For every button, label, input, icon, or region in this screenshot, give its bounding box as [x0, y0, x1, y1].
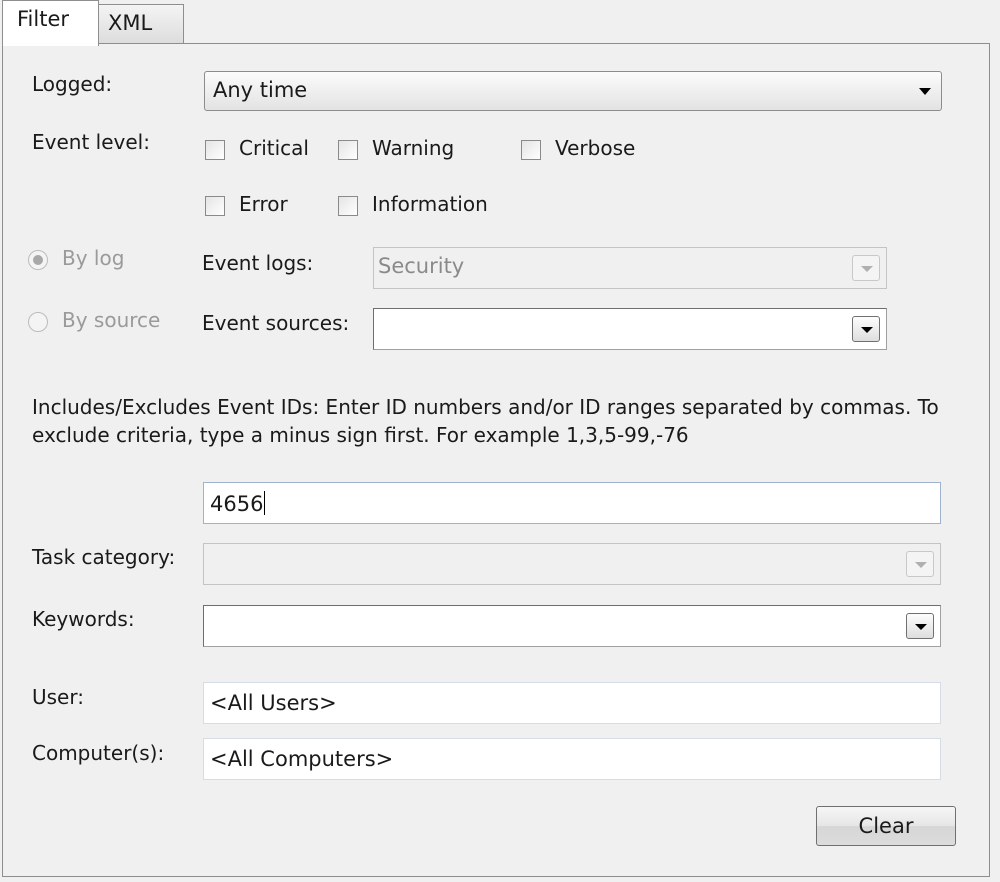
checkbox-critical-label: Critical — [239, 136, 309, 160]
event-sources-dropdown[interactable] — [373, 308, 887, 350]
logged-value: Any time — [213, 78, 308, 102]
tab-xml[interactable]: XML — [98, 4, 184, 44]
tab-filter-label: Filter — [17, 7, 70, 31]
event-level-label: Event level: — [32, 130, 150, 154]
user-value: <All Users> — [210, 691, 337, 715]
event-logs-label: Event logs: — [202, 251, 314, 275]
event-ids-value: 4656 — [210, 491, 266, 516]
chevron-down-icon — [919, 88, 931, 95]
checkbox-error-label: Error — [239, 192, 288, 216]
checkbox-information[interactable] — [338, 196, 358, 216]
radio-by-log-label: By log — [62, 246, 125, 270]
user-label: User: — [32, 685, 84, 709]
tab-xml-label: XML — [108, 11, 153, 35]
checkbox-verbose[interactable] — [521, 140, 541, 160]
event-logs-dropdown[interactable]: Security — [373, 247, 887, 289]
checkbox-error[interactable] — [205, 196, 225, 216]
tab-filter[interactable]: Filter — [2, 0, 99, 46]
text-caret — [264, 491, 266, 515]
checkbox-verbose-label: Verbose — [555, 136, 636, 160]
event-ids-description: Includes/Excludes Event IDs: Enter ID nu… — [32, 395, 939, 447]
event-logs-dropdown-button[interactable] — [852, 255, 880, 281]
checkbox-information-label: Information — [372, 192, 488, 216]
radio-by-log[interactable] — [28, 250, 48, 270]
filter-panel: Logged: Any time Event level: Critical W… — [2, 43, 990, 877]
checkbox-warning-label: Warning — [372, 136, 455, 160]
chevron-down-icon — [861, 327, 873, 333]
computers-label: Computer(s): — [32, 741, 165, 765]
event-sources-dropdown-button[interactable] — [852, 316, 880, 342]
task-category-label: Task category: — [32, 545, 176, 569]
keywords-dropdown-button[interactable] — [906, 613, 934, 639]
clear-button[interactable]: Clear — [816, 806, 956, 846]
checkbox-critical[interactable] — [205, 140, 225, 160]
user-input[interactable]: <All Users> — [203, 682, 941, 724]
chevron-down-icon — [861, 266, 873, 272]
chevron-down-icon — [915, 562, 927, 568]
radio-by-source[interactable] — [28, 312, 48, 332]
keywords-dropdown[interactable] — [203, 605, 941, 647]
event-ids-input[interactable]: 4656 — [203, 482, 941, 524]
logged-label: Logged: — [32, 72, 113, 96]
event-sources-label: Event sources: — [202, 311, 350, 335]
logged-dropdown[interactable]: Any time — [204, 71, 942, 111]
computers-value: <All Computers> — [210, 747, 394, 771]
chevron-down-icon — [915, 624, 927, 630]
keywords-label: Keywords: — [32, 607, 135, 631]
radio-by-source-label: By source — [62, 308, 161, 332]
computers-input[interactable]: <All Computers> — [203, 738, 941, 780]
checkbox-warning[interactable] — [338, 140, 358, 160]
task-category-dropdown-button[interactable] — [906, 551, 934, 577]
event-logs-value: Security — [378, 254, 465, 278]
task-category-dropdown[interactable] — [203, 543, 941, 585]
